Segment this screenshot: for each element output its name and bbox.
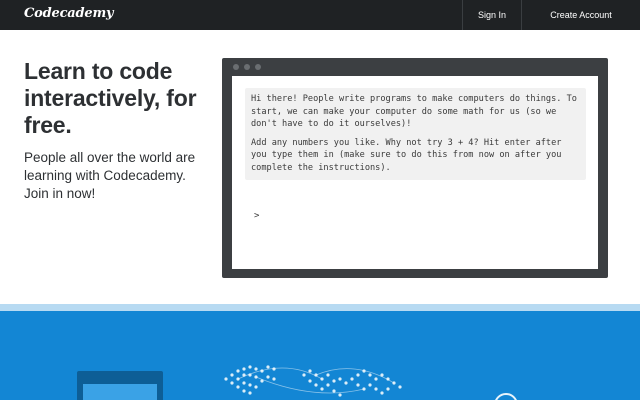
instructions-box: Hi there! People write programs to make … [245, 88, 586, 180]
window-dot-icon [255, 64, 261, 70]
feature-section [0, 311, 640, 400]
console-input[interactable]: > [254, 209, 584, 223]
top-navigation-bar: Codecademy Sign In Create Account [0, 0, 640, 30]
laptop-icon [77, 371, 163, 400]
instruction-text: Hi there! People write programs to make … [251, 94, 577, 129]
codecademy-logo[interactable]: Codecademy [24, 6, 114, 21]
window-dot-icon [244, 64, 250, 70]
globe-icon [494, 393, 518, 400]
laptop-screen [83, 384, 157, 400]
world-map-icon [224, 365, 402, 397]
console-prompt: > [254, 211, 260, 221]
instruction-text: Add any numbers you like. Why not try 3 … [251, 137, 562, 173]
create-account-button[interactable]: Create Account [521, 0, 640, 30]
sign-in-button[interactable]: Sign In [462, 0, 521, 30]
console-panel: Hi there! People write programs to make … [232, 76, 598, 269]
section-divider [0, 304, 640, 311]
hero-subtitle: People all over the world are learning w… [24, 150, 196, 201]
code-console-window: Hi there! People write programs to make … [222, 58, 608, 278]
window-dot-icon [233, 64, 239, 70]
hero-title: Learn to code interactively, for free. [24, 58, 197, 138]
